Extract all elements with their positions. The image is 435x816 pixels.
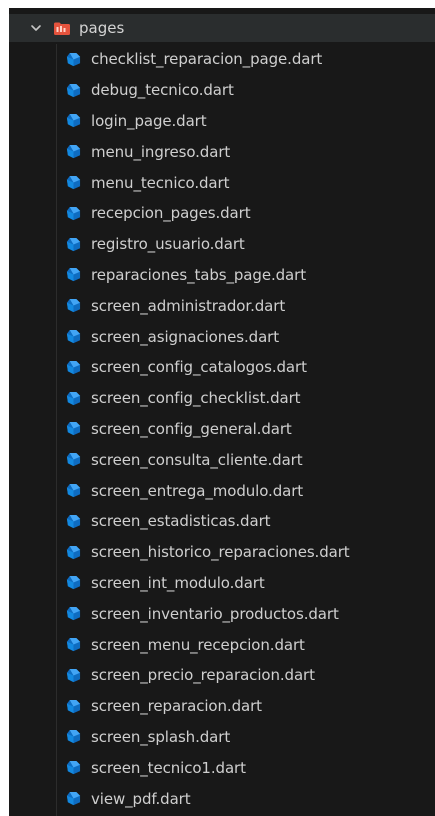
file-item[interactable]: screen_estadisticas.dart <box>9 506 435 537</box>
file-label: screen_estadisticas.dart <box>91 512 271 531</box>
file-label: screen_precio_reparacion.dart <box>91 666 315 685</box>
file-label: recepcion_pages.dart <box>91 204 251 223</box>
file-item[interactable]: screen_int_modulo.dart <box>9 568 435 599</box>
folder-label: pages <box>79 19 125 37</box>
file-label: menu_tecnico.dart <box>91 173 230 192</box>
file-item[interactable]: screen_splash.dart <box>9 722 435 753</box>
file-label: reparaciones_tabs_page.dart <box>91 265 306 284</box>
folder-icon <box>53 20 71 36</box>
file-item[interactable]: screen_tecnico1.dart <box>9 752 435 783</box>
dart-icon <box>65 175 81 191</box>
file-label: screen_administrador.dart <box>91 296 286 315</box>
dart-icon <box>65 483 81 499</box>
file-label: screen_int_modulo.dart <box>91 573 265 592</box>
file-item[interactable]: screen_precio_reparacion.dart <box>9 660 435 691</box>
file-item[interactable]: screen_historico_reparaciones.dart <box>9 537 435 568</box>
file-item[interactable]: screen_menu_recepcion.dart <box>9 629 435 660</box>
file-label: screen_reparacion.dart <box>91 697 262 716</box>
file-item[interactable]: debug_tecnico.dart <box>9 75 435 106</box>
file-label: screen_historico_reparaciones.dart <box>91 543 350 562</box>
file-label: screen_consulta_cliente.dart <box>91 450 303 469</box>
file-label: screen_config_catalogos.dart <box>91 358 307 377</box>
file-item[interactable]: screen_administrador.dart <box>9 290 435 321</box>
dart-icon <box>65 729 81 745</box>
file-item[interactable]: menu_ingreso.dart <box>9 136 435 167</box>
dart-icon <box>65 452 81 468</box>
dart-icon <box>65 760 81 776</box>
file-label: view_pdf.dart <box>91 789 191 808</box>
file-label: menu_ingreso.dart <box>91 142 231 161</box>
file-item[interactable]: screen_config_checklist.dart <box>9 383 435 414</box>
file-item[interactable]: screen_asignaciones.dart <box>9 321 435 352</box>
file-label: debug_tecnico.dart <box>91 81 234 100</box>
dart-icon <box>65 144 81 160</box>
dart-icon <box>65 267 81 283</box>
dart-icon <box>65 575 81 591</box>
dart-icon <box>65 329 81 345</box>
file-item[interactable]: reparaciones_tabs_page.dart <box>9 260 435 291</box>
dart-icon <box>65 205 81 221</box>
file-label: screen_tecnico1.dart <box>91 758 246 777</box>
file-item[interactable]: screen_inventario_productos.dart <box>9 598 435 629</box>
chevron-down-icon[interactable] <box>27 19 45 37</box>
folder-pages[interactable]: pages <box>9 14 435 42</box>
file-item[interactable]: login_page.dart <box>9 106 435 137</box>
file-label: screen_inventario_productos.dart <box>91 604 339 623</box>
file-explorer-panel: pages checklist_reparacion_page.dartdebu… <box>9 8 435 816</box>
file-label: registro_usuario.dart <box>91 235 245 254</box>
file-label: screen_menu_recepcion.dart <box>91 635 305 654</box>
file-item[interactable]: screen_consulta_cliente.dart <box>9 444 435 475</box>
file-item[interactable]: screen_reparacion.dart <box>9 691 435 722</box>
file-label: checklist_reparacion_page.dart <box>91 50 323 69</box>
dart-icon <box>65 359 81 375</box>
dart-icon <box>65 513 81 529</box>
dart-icon <box>65 113 81 129</box>
file-label: screen_config_checklist.dart <box>91 389 301 408</box>
dart-icon <box>65 82 81 98</box>
file-item[interactable]: view_pdf.dart <box>9 783 435 814</box>
file-item[interactable]: recepcion_pages.dart <box>9 198 435 229</box>
dart-icon <box>65 606 81 622</box>
file-label: screen_splash.dart <box>91 727 231 746</box>
dart-icon <box>65 698 81 714</box>
dart-icon <box>65 390 81 406</box>
dart-icon <box>65 421 81 437</box>
file-item[interactable]: checklist_reparacion_page.dart <box>9 44 435 75</box>
dart-icon <box>65 667 81 683</box>
dart-icon <box>65 298 81 314</box>
file-item[interactable]: registro_usuario.dart <box>9 229 435 260</box>
file-list: checklist_reparacion_page.dart debug_tecn… <box>9 44 435 814</box>
dart-icon <box>65 51 81 67</box>
dart-icon <box>65 236 81 252</box>
file-item[interactable]: screen_config_catalogos.dart <box>9 352 435 383</box>
dart-icon <box>65 544 81 560</box>
file-label: login_page.dart <box>91 111 207 130</box>
file-item[interactable]: screen_config_general.dart <box>9 414 435 445</box>
file-item[interactable]: menu_tecnico.dart <box>9 167 435 198</box>
file-label: screen_asignaciones.dart <box>91 327 280 346</box>
file-label: screen_config_general.dart <box>91 419 292 438</box>
file-label: screen_entrega_modulo.dart <box>91 481 304 500</box>
file-item[interactable]: screen_entrega_modulo.dart <box>9 475 435 506</box>
dart-icon <box>65 637 81 653</box>
dart-icon <box>65 791 81 807</box>
